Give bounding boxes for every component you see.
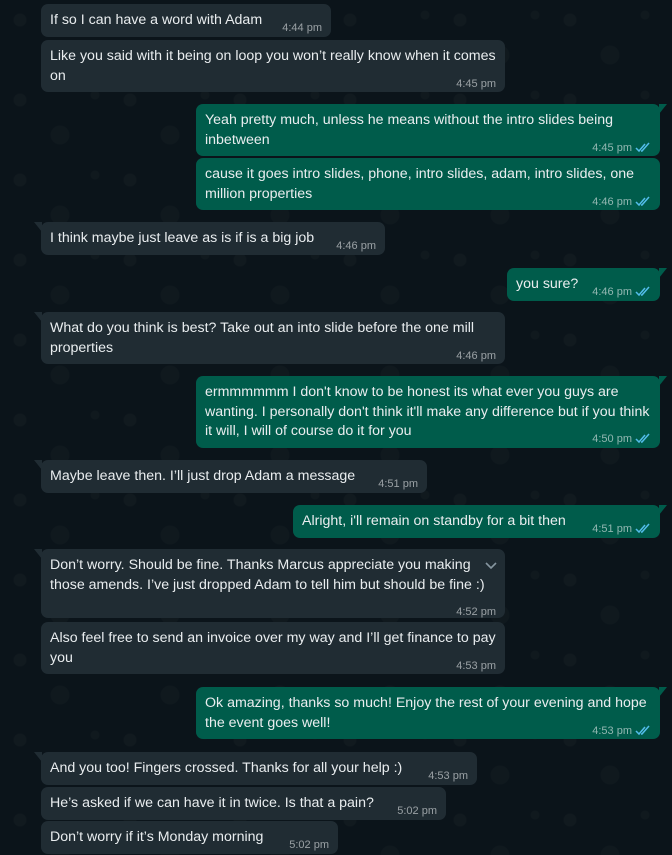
message-time: 5:02 pm	[289, 839, 329, 851]
message-text: I think maybe just leave as is if is a b…	[50, 230, 315, 246]
read-receipt-icon	[635, 286, 650, 297]
read-receipt-icon	[635, 433, 650, 444]
message-text: you sure?	[516, 276, 579, 292]
message-time: 4:46 pm	[456, 349, 496, 362]
read-receipt-icon	[635, 196, 650, 206]
message-text: Ok amazing, thanks so much! Enjoy the re…	[205, 695, 647, 731]
message-time: 4:53 pm	[456, 659, 496, 672]
message-outgoing[interactable]: Yeah pretty much, unless he means withou…	[196, 104, 667, 156]
message-incoming[interactable]: Maybe leave then. I’ll just drop Adam a …	[34, 460, 427, 493]
message-time: 4:46 pm	[336, 240, 376, 252]
message-text: Don’t worry. Should be fine. Thanks Marc…	[50, 557, 485, 593]
message-text: If so I can have a word with Adam	[50, 12, 263, 28]
message-time: 4:44 pm	[282, 22, 322, 34]
message-time: 4:45 pm	[592, 141, 632, 154]
message-incoming[interactable]: What do you think is best? Take out an i…	[34, 312, 505, 364]
message-text: Don’t worry if it’s Monday morning	[50, 829, 264, 845]
message-time: 4:52 pm	[456, 606, 496, 618]
message-incoming[interactable]: Also feel free to send an invoice over m…	[41, 622, 505, 674]
message-text: Maybe leave then. I’ll just drop Adam a …	[50, 468, 356, 484]
message-incoming[interactable]: And you too! Fingers crossed. Thanks for…	[34, 752, 477, 785]
read-receipt-icon	[635, 523, 650, 534]
message-text: What do you think is best? Take out an i…	[50, 320, 475, 356]
message-outgoing[interactable]: ermmmmmm I don't know to be honest its w…	[196, 376, 667, 448]
read-receipt-icon	[635, 725, 650, 735]
message-incoming[interactable]: He’s asked if we can have it in twice. I…	[41, 787, 446, 820]
message-time: 4:46 pm	[592, 195, 632, 208]
message-text: Alright, i'll remain on standby for a bi…	[302, 513, 566, 529]
message-time: 4:51 pm	[378, 478, 418, 490]
message-time: 5:02 pm	[397, 805, 437, 817]
message-time: 4:53 pm	[592, 724, 632, 737]
message-text: He’s asked if we can have it in twice. I…	[50, 795, 374, 811]
message-time: 4:51 pm	[592, 523, 632, 535]
message-text: Like you said with it being on loop you …	[50, 48, 496, 84]
message-outgoing[interactable]: Alright, i'll remain on standby for a bi…	[293, 505, 667, 538]
message-text: ermmmmmm I don't know to be honest its w…	[205, 384, 650, 439]
message-time: 4:46 pm	[592, 286, 632, 298]
message-incoming[interactable]: I think maybe just leave as is if is a b…	[34, 222, 385, 255]
message-text: cause it goes intro slides, phone, intro…	[205, 166, 635, 202]
message-outgoing[interactable]: you sure? 4:46 pm	[507, 268, 667, 301]
message-outgoing[interactable]: cause it goes intro slides, phone, intro…	[196, 158, 660, 210]
message-incoming[interactable]: Don’t worry if it’s Monday morning 5:02 …	[41, 821, 338, 854]
message-time: 4:50 pm	[592, 433, 632, 445]
message-text: And you too! Fingers crossed. Thanks for…	[50, 760, 403, 776]
chevron-down-icon[interactable]	[475, 557, 497, 575]
read-receipt-icon	[635, 142, 650, 152]
message-text: Also feel free to send an invoice over m…	[50, 630, 496, 666]
message-incoming[interactable]: Like you said with it being on loop you …	[41, 40, 505, 92]
message-outgoing[interactable]: Ok amazing, thanks so much! Enjoy the re…	[196, 687, 667, 739]
message-incoming[interactable]: Don’t worry. Should be fine. Thanks Marc…	[34, 549, 505, 618]
message-time: 4:45 pm	[456, 77, 496, 90]
message-incoming[interactable]: 4:44 pm If so I can have a word with Ada…	[41, 4, 331, 37]
message-text: Yeah pretty much, unless he means withou…	[205, 112, 614, 148]
message-time: 4:53 pm	[428, 770, 468, 782]
